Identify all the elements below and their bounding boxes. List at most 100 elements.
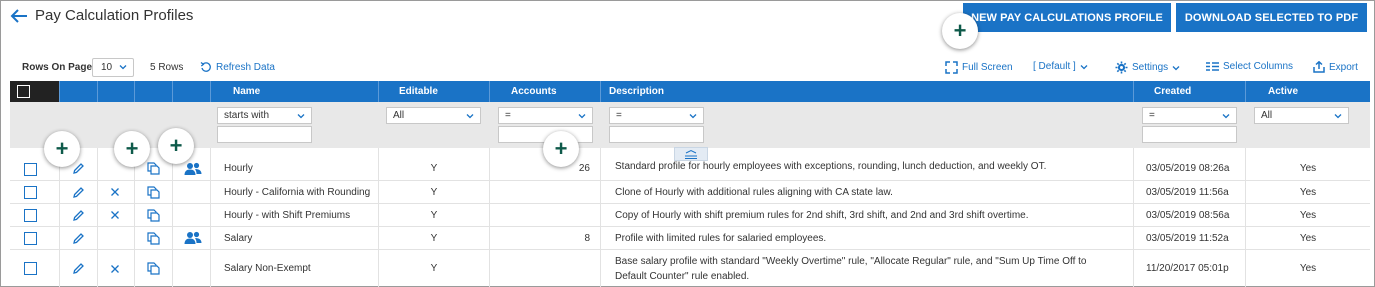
pencil-icon[interactable] bbox=[72, 209, 85, 222]
pencil-icon[interactable] bbox=[72, 232, 85, 245]
select-all-checkbox[interactable] bbox=[17, 85, 30, 98]
columns-icon bbox=[1206, 62, 1219, 71]
created-cell: 03/05/2019 08:26a bbox=[1133, 148, 1245, 180]
settings-menu[interactable]: Settings bbox=[1115, 61, 1180, 74]
description-cell: Profile with limited rules for salaried … bbox=[600, 227, 1133, 249]
view-label: [ Default ] bbox=[1033, 61, 1076, 72]
row-checkbox[interactable] bbox=[24, 163, 37, 176]
active-cell: Yes bbox=[1245, 181, 1370, 203]
description-filter-value: = bbox=[616, 110, 622, 121]
new-profile-button[interactable]: NEW PAY CALCULATIONS PROFILE bbox=[963, 3, 1171, 32]
row-checkbox[interactable] bbox=[24, 231, 37, 245]
plus-badge: + bbox=[543, 131, 579, 167]
active-cell: Yes bbox=[1245, 204, 1370, 226]
grid-toolbar: Rows On Page 10 5 Rows Refresh Data Full… bbox=[0, 58, 1375, 78]
select-columns-link[interactable]: Select Columns bbox=[1206, 61, 1293, 72]
description-filter-input[interactable] bbox=[609, 126, 704, 143]
edit-cell bbox=[59, 181, 97, 203]
rows-count: 5 Rows bbox=[150, 62, 184, 73]
name-filter-select[interactable]: starts with bbox=[217, 107, 312, 124]
row-checkbox[interactable] bbox=[24, 185, 37, 199]
select-all-cell bbox=[10, 81, 59, 102]
accounts-filter-select[interactable]: = bbox=[498, 107, 593, 124]
full-screen-link[interactable]: Full Screen bbox=[945, 61, 1013, 74]
filter-row: starts with All = = = All bbox=[10, 102, 1370, 148]
pencil-icon[interactable] bbox=[72, 186, 85, 199]
created-cell: 03/05/2019 11:52a bbox=[1133, 227, 1245, 249]
name-filter-input[interactable] bbox=[217, 126, 312, 143]
column-header-editable[interactable]: Editable bbox=[378, 81, 489, 102]
copy-icon[interactable] bbox=[147, 208, 160, 222]
copy-cell bbox=[134, 204, 172, 226]
collapse-filter-handle[interactable] bbox=[674, 147, 708, 161]
created-cell: 03/05/2019 11:56a bbox=[1133, 181, 1245, 203]
header-accounts-icon bbox=[172, 81, 210, 102]
export-link[interactable]: Export bbox=[1313, 61, 1358, 73]
editable-cell: Y bbox=[378, 227, 489, 249]
edit-cell bbox=[59, 204, 97, 226]
description-filter-select[interactable]: = bbox=[609, 107, 704, 124]
chevron-down-icon bbox=[1172, 65, 1180, 70]
active-cell: Yes bbox=[1245, 148, 1370, 180]
gear-icon bbox=[1115, 61, 1128, 74]
chevron-down-icon bbox=[1222, 114, 1230, 119]
export-icon bbox=[1313, 61, 1325, 73]
copy-cell bbox=[134, 181, 172, 203]
chevron-down-icon bbox=[1334, 114, 1342, 119]
copy-icon[interactable] bbox=[147, 231, 160, 245]
view-select[interactable]: [ Default ] bbox=[1033, 61, 1088, 72]
active-filter-select[interactable]: All bbox=[1254, 107, 1349, 124]
column-header-name[interactable]: Name bbox=[210, 81, 378, 102]
copy-icon[interactable] bbox=[147, 162, 160, 175]
chevron-down-icon bbox=[689, 114, 697, 119]
rows-on-page-select[interactable]: 10 bbox=[92, 58, 134, 77]
table-row: Salary Non-Exempt Y Base salary profile … bbox=[10, 250, 1370, 287]
plus-badge: + bbox=[114, 131, 150, 167]
rows-on-page-label: Rows On Page bbox=[22, 62, 93, 73]
edit-cell bbox=[59, 227, 97, 249]
close-icon[interactable] bbox=[110, 264, 120, 274]
row-checkbox[interactable] bbox=[24, 262, 37, 275]
copy-cell bbox=[134, 250, 172, 287]
back-arrow-icon[interactable] bbox=[10, 8, 28, 24]
settings-label: Settings bbox=[1132, 62, 1169, 73]
users-icon[interactable] bbox=[184, 231, 202, 245]
created-filter-select[interactable]: = bbox=[1142, 107, 1237, 124]
copy-icon[interactable] bbox=[147, 185, 160, 199]
close-icon[interactable] bbox=[110, 210, 120, 220]
editable-filter-select[interactable]: All bbox=[386, 107, 481, 124]
chevron-down-icon bbox=[578, 114, 586, 119]
close-icon[interactable] bbox=[110, 187, 120, 197]
refresh-data-link[interactable]: Refresh Data bbox=[200, 61, 275, 73]
pencil-icon[interactable] bbox=[72, 162, 85, 175]
name-cell: Hourly bbox=[210, 148, 378, 180]
description-cell: Base salary profile with standard "Weekl… bbox=[600, 250, 1133, 287]
grid-header: Name Editable Accounts Description Creat… bbox=[10, 81, 1370, 102]
pencil-icon[interactable] bbox=[72, 262, 85, 275]
plus-badge: + bbox=[158, 128, 194, 164]
created-filter-input[interactable] bbox=[1142, 126, 1237, 143]
page-title: Pay Calculation Profiles bbox=[35, 7, 194, 24]
accounts-icon-cell bbox=[172, 227, 210, 249]
copy-icon[interactable] bbox=[147, 262, 160, 275]
name-cell: Hourly - with Shift Premiums bbox=[210, 204, 378, 226]
column-header-active[interactable]: Active bbox=[1245, 81, 1370, 102]
accounts-cell bbox=[489, 250, 600, 287]
plus-badge: + bbox=[44, 131, 80, 167]
row-checkbox[interactable] bbox=[24, 208, 37, 222]
table-row: Salary Y 8 Profile with limited rules fo… bbox=[10, 227, 1370, 250]
accounts-icon-cell bbox=[172, 250, 210, 287]
expand-icon bbox=[945, 61, 958, 74]
table-row: Hourly - with Shift Premiums Y Copy of H… bbox=[10, 204, 1370, 227]
edit-cell bbox=[59, 250, 97, 287]
refresh-icon bbox=[200, 61, 211, 72]
column-header-created[interactable]: Created bbox=[1133, 81, 1245, 102]
table-row: Hourly - California with Rounding Y Clon… bbox=[10, 181, 1370, 204]
column-header-description[interactable]: Description bbox=[600, 81, 1133, 102]
accounts-cell bbox=[489, 204, 600, 226]
column-header-accounts[interactable]: Accounts bbox=[489, 81, 600, 102]
editable-cell: Y bbox=[378, 204, 489, 226]
users-icon[interactable] bbox=[184, 162, 202, 176]
download-pdf-button[interactable]: DOWNLOAD SELECTED TO PDF bbox=[1176, 3, 1367, 32]
editable-cell: Y bbox=[378, 181, 489, 203]
